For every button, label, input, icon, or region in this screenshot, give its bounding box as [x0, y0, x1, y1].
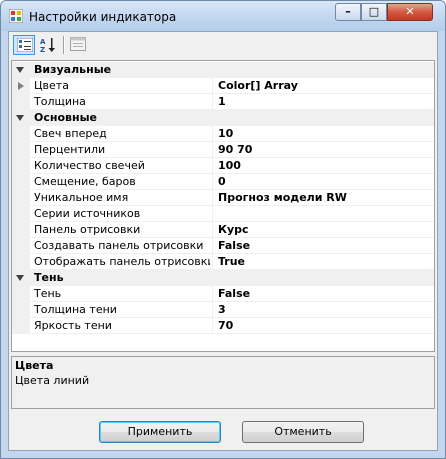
- expand-icon[interactable]: [18, 82, 24, 90]
- property-row-shadow-thickness[interactable]: Толщина тени 3: [12, 302, 434, 318]
- property-value[interactable]: Курс: [218, 223, 249, 236]
- property-name: Толщина тени: [34, 303, 117, 316]
- category-label: Тень: [34, 271, 64, 284]
- property-row-candles-ahead[interactable]: Свеч вперед 10: [12, 126, 434, 142]
- property-name: Перцентили: [34, 143, 106, 156]
- property-row-colors[interactable]: Цвета Color[] Array: [12, 78, 434, 94]
- dialog-client-area: A Z Визуальные Цвета Color[] Array Толщи…: [8, 31, 438, 451]
- toolbar-separator: [63, 36, 65, 54]
- property-name: Серии источников: [34, 207, 141, 220]
- alphabetical-sort-button[interactable]: A Z: [37, 35, 59, 55]
- property-value[interactable]: False: [218, 287, 250, 300]
- svg-text:Z: Z: [40, 46, 45, 53]
- property-row-candle-count[interactable]: Количество свечей 100: [12, 158, 434, 174]
- apply-button[interactable]: Применить: [99, 421, 221, 443]
- property-row-thickness[interactable]: Толщина 1: [12, 94, 434, 110]
- category-label: Основные: [34, 111, 97, 124]
- minimize-icon: –: [345, 5, 351, 18]
- category-shadow[interactable]: Тень: [12, 270, 434, 286]
- collapse-icon[interactable]: [16, 67, 24, 73]
- category-visual[interactable]: Визуальные: [12, 62, 434, 78]
- property-name: Яркость тени: [34, 319, 112, 332]
- category-main[interactable]: Основные: [12, 110, 434, 126]
- property-value[interactable]: Color[] Array: [218, 79, 298, 92]
- maximize-icon: □: [368, 5, 380, 18]
- property-row-shadow-brightness[interactable]: Яркость тени 70: [12, 318, 434, 334]
- collapse-icon[interactable]: [16, 115, 24, 121]
- property-value[interactable]: 1: [218, 95, 226, 108]
- categorized-view-icon: [17, 38, 33, 52]
- categorized-view-button[interactable]: [13, 35, 35, 55]
- app-icon: [9, 9, 23, 23]
- property-grid: Визуальные Цвета Color[] Array Толщина 1…: [11, 60, 435, 352]
- property-value[interactable]: False: [218, 239, 250, 252]
- property-name: Уникальное имя: [34, 191, 129, 204]
- property-grid-toolbar: A Z: [9, 32, 437, 58]
- property-name: Отображать панель отрисовки: [34, 255, 210, 268]
- property-name: Толщина: [34, 95, 86, 108]
- property-pages-button[interactable]: [67, 35, 89, 55]
- window-title: Настройки индикатора: [29, 10, 177, 24]
- property-row-shadow[interactable]: Тень False: [12, 286, 434, 302]
- property-value[interactable]: Прогноз модели RW: [218, 191, 347, 204]
- property-value[interactable]: 10: [218, 127, 233, 140]
- property-value[interactable]: 3: [218, 303, 226, 316]
- property-value[interactable]: 90 70: [218, 143, 252, 156]
- description-pane: Цвета Цвета линий: [11, 356, 435, 409]
- property-name: Количество свечей: [34, 159, 145, 172]
- dialog-window: Настройки индикатора – □ ✕ A Z Визуальны…: [0, 0, 446, 459]
- minimize-button[interactable]: –: [335, 3, 361, 21]
- property-row-show-draw-panel[interactable]: Отображать панель отрисовки True: [12, 254, 434, 270]
- alphabetical-sort-icon: A Z: [40, 38, 55, 53]
- property-row-offset-bars[interactable]: Смещение, баров 0: [12, 174, 434, 190]
- property-row-draw-panel[interactable]: Панель отрисовки Курс: [12, 222, 434, 238]
- description-text: Цвета линий: [15, 374, 90, 387]
- property-name: Тень: [34, 287, 62, 300]
- close-button[interactable]: ✕: [387, 3, 433, 21]
- property-row-unique-name[interactable]: Уникальное имя Прогноз модели RW: [12, 190, 434, 206]
- property-row-percentiles[interactable]: Перцентили 90 70: [12, 142, 434, 158]
- property-name: Цвета: [34, 79, 69, 92]
- cancel-button[interactable]: Отменить: [242, 421, 364, 443]
- property-row-source-series[interactable]: Серии источников: [12, 206, 434, 222]
- property-value[interactable]: 0: [218, 175, 226, 188]
- collapse-icon[interactable]: [16, 275, 24, 281]
- property-name: Панель отрисовки: [34, 223, 141, 236]
- category-label: Визуальные: [34, 63, 112, 76]
- close-icon: ✕: [405, 5, 415, 18]
- property-value[interactable]: True: [218, 255, 245, 268]
- property-pages-icon: [70, 37, 86, 51]
- property-name: Смещение, баров: [34, 175, 136, 188]
- property-name: Свеч вперед: [34, 127, 107, 140]
- maximize-button[interactable]: □: [361, 3, 387, 21]
- title-bar[interactable]: Настройки индикатора – □ ✕: [1, 1, 445, 31]
- property-row-create-draw-panel[interactable]: Создавать панель отрисовки False: [12, 238, 434, 254]
- property-value[interactable]: 100: [218, 159, 241, 172]
- description-title: Цвета: [15, 359, 54, 372]
- property-name: Создавать панель отрисовки: [34, 239, 204, 252]
- property-value[interactable]: 70: [218, 319, 233, 332]
- svg-text:A: A: [40, 38, 46, 46]
